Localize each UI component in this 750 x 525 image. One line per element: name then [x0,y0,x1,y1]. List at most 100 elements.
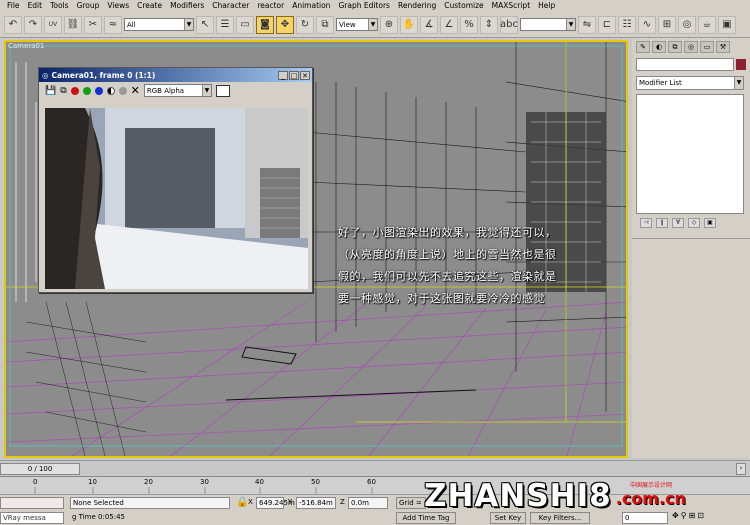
menu-item-views[interactable]: Views [103,0,133,12]
selection-filter-value: All [127,20,136,29]
create-tab-icon[interactable]: ✎ [636,41,650,53]
tutorial-overlay-text: 好了，小图渲染出的效果，我觉得还可以， （从亮度的角度上说）地上的雪当然也是很 … [338,222,608,310]
viewport-label[interactable]: Camera01 [8,42,44,50]
percent-snap-icon[interactable]: % [460,15,478,34]
select-scale-icon[interactable]: ⧉ [316,15,334,34]
reference-coord-dropdown[interactable]: View ▼ [336,18,378,31]
window-crossing-icon[interactable]: ◙ [256,15,274,34]
curve-editor-icon[interactable]: ∿ [638,15,656,34]
blue-channel-icon[interactable] [94,86,103,95]
pin-stack-icon[interactable]: ⊣ [640,218,652,228]
color-swatch[interactable] [215,84,230,97]
remove-modifier-icon[interactable]: ◇ [688,218,700,228]
object-color-swatch[interactable] [736,59,746,70]
menu-item-character[interactable]: Character [208,0,253,12]
green-channel-icon[interactable] [82,86,91,95]
rendered-frame-titlebar[interactable]: ◎ Camera01, frame 0 (1:1) _ □ ✕ [39,68,312,82]
show-end-result-icon[interactable]: ∥ [656,218,668,228]
menu-item-modifiers[interactable]: Modifiers [166,0,208,12]
grid-size: Grid = [396,497,426,509]
menu-item-reactor[interactable]: reactor [253,0,288,12]
menu-item-help[interactable]: Help [534,0,559,12]
next-frame-arrow-icon[interactable]: › [736,463,746,475]
display-tab-icon[interactable]: ▭ [700,41,714,53]
red-channel-icon[interactable] [70,86,79,95]
menu-item-tools[interactable]: Tools [46,0,72,12]
menu-item-maxscript[interactable]: MAXScript [488,0,535,12]
material-editor-icon[interactable]: ◎ [678,15,696,34]
tick-label: 60 [367,478,376,486]
menu-item-customize[interactable]: Customize [440,0,487,12]
overlay-line: 要一种感觉，对于这张图就要冷冷的感觉 [338,292,545,305]
utilities-tab-icon[interactable]: ⚒ [716,41,730,53]
rect-selection-icon[interactable]: ▭ [236,15,254,34]
hierarchy-tab-icon[interactable]: ⧉ [668,41,682,53]
menu-bar: File Edit Tools Group Views Create Modifiers Ch… [0,0,750,12]
y-coordinate-field[interactable]: -516.84m [296,497,336,509]
maximize-icon[interactable]: □ [289,70,299,80]
time-slider[interactable]: 0 / 100 [0,463,80,475]
clear-icon[interactable]: ✕ [131,84,140,97]
save-icon[interactable]: 💾 [45,86,56,96]
select-rotate-icon[interactable]: ↻ [296,15,314,34]
make-unique-icon[interactable]: ∀ [672,218,684,228]
command-panel: ✎ ◐ ⧉ ◎ ▭ ⚒ Modifier List ▼ ⊣ ∥ ∀ ◇ ▣ [632,38,750,458]
selection-filter-dropdown[interactable]: All ▼ [124,18,194,31]
modifier-list-dropdown[interactable]: Modifier List ▼ [636,76,744,90]
menu-item-group[interactable]: Group [73,0,104,12]
x-coordinate-field[interactable]: 649.245m [256,497,295,509]
bind-icon[interactable]: ≈ [104,15,122,34]
mono-channel-icon[interactable] [118,86,127,95]
quick-render-icon[interactable]: ▣ [718,15,736,34]
spinner-snap-icon[interactable]: ⇕ [480,15,498,34]
alpha-channel-icon[interactable] [106,86,115,95]
rendered-frame-window[interactable]: ◎ Camera01, frame 0 (1:1) _ □ ✕ 💾 ⧉ ✕ RG… [38,67,313,293]
render-setup-icon[interactable]: ☕ [698,15,716,34]
watermark-subtitle: 中国展示设计网 [630,482,673,489]
lock-icon[interactable]: 🔒 [236,497,248,508]
rendered-image [45,108,308,289]
undo-icon[interactable]: ↶ [4,15,22,34]
named-selection-dropdown[interactable]: ▼ [520,18,576,31]
schematic-view-icon[interactable]: ⊞ [658,15,676,34]
maxscript-listener[interactable] [0,497,64,509]
redo-icon[interactable]: ↷ [24,15,42,34]
clone-icon[interactable]: ⧉ [60,86,66,96]
edit-named-selection-icon[interactable]: abc [500,15,518,34]
channel-value: RGB Alpha [146,86,185,95]
maxscript-mini-listener[interactable]: VRay messa [0,512,64,524]
select-move-icon[interactable]: ✥ [276,15,294,34]
configure-sets-icon[interactable]: ▣ [704,218,716,228]
menu-item-rendering[interactable]: Rendering [394,0,440,12]
rendered-frame-toolbar: 💾 ⧉ ✕ RGB Alpha ▼ [39,82,312,99]
uv-tools-icon[interactable]: UV [44,15,62,34]
select-by-name-icon[interactable]: ☰ [216,15,234,34]
pivot-icon[interactable]: ⊕ [380,15,398,34]
object-name-field[interactable] [636,58,734,71]
modifier-stack[interactable] [636,94,744,214]
modify-tab-icon[interactable]: ◐ [652,41,666,53]
angle-snap-icon[interactable]: ∠ [440,15,458,34]
time-slider-track[interactable]: 0 / 100 › [0,460,750,476]
tick-label: 50 [311,478,320,486]
snap-icon[interactable]: ∡ [420,15,438,34]
manipulate-icon[interactable]: ✋ [400,15,418,34]
minimize-icon[interactable]: _ [278,70,288,80]
menu-item-graph-editors[interactable]: Graph Editors [334,0,394,12]
unlink-icon[interactable]: ✂ [84,15,102,34]
z-coordinate-field[interactable]: 0.0m [348,497,388,509]
select-object-icon[interactable]: ↖ [196,15,214,34]
tick-label: 0 [33,478,38,486]
motion-tab-icon[interactable]: ◎ [684,41,698,53]
menu-item-animation[interactable]: Animation [288,0,334,12]
channel-dropdown[interactable]: RGB Alpha ▼ [143,84,212,97]
mirror-icon[interactable]: ⇋ [578,15,596,34]
layer-manager-icon[interactable]: ☷ [618,15,636,34]
close-icon[interactable]: ✕ [300,70,310,80]
align-icon[interactable]: ⊏ [598,15,616,34]
menu-item-create[interactable]: Create [133,0,166,12]
menu-item-file[interactable]: File [3,0,24,12]
link-icon[interactable]: ⛓ [64,15,82,34]
x-label: X [248,498,253,506]
menu-item-edit[interactable]: Edit [24,0,47,12]
